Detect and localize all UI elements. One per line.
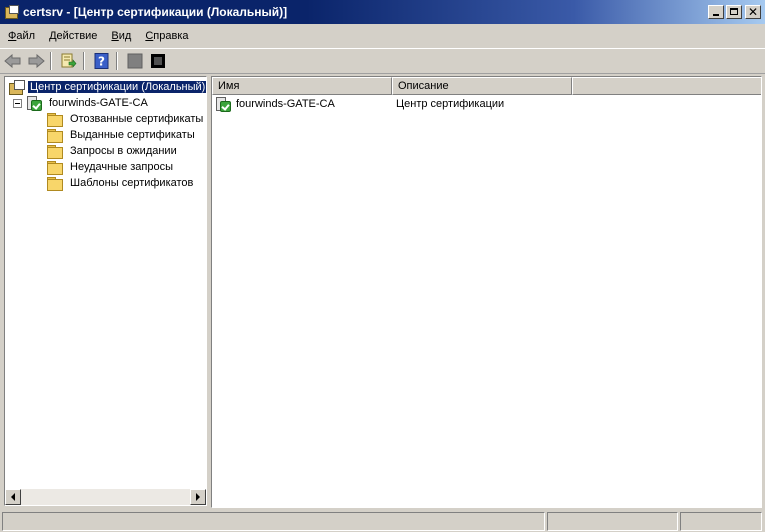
scroll-track[interactable] bbox=[21, 489, 190, 505]
scroll-right-button[interactable] bbox=[190, 489, 206, 505]
start-service-icon bbox=[127, 53, 143, 69]
tree-item-ca[interactable]: fourwinds-GATE-CA bbox=[13, 95, 150, 111]
tree-root-label: Центр сертификации (Локальный) bbox=[26, 80, 206, 94]
maximize-button[interactable] bbox=[726, 5, 742, 19]
column-header-description[interactable]: Описание bbox=[392, 77, 572, 95]
folder-icon bbox=[47, 160, 63, 175]
svg-text:?: ? bbox=[98, 55, 105, 69]
folder-icon bbox=[47, 144, 63, 159]
minimize-icon bbox=[713, 14, 719, 16]
menu-view[interactable]: Вид bbox=[105, 30, 137, 42]
console-tree[interactable]: Центр сертификации (Локальный) fourwinds… bbox=[4, 76, 207, 506]
folder-icon bbox=[47, 176, 63, 191]
menu-bar: Файл Действие Вид Справка bbox=[0, 26, 765, 46]
help-icon: ? bbox=[94, 53, 109, 69]
toolbar-separator bbox=[50, 52, 52, 70]
minimize-button[interactable] bbox=[708, 5, 724, 19]
ca-server-icon bbox=[215, 97, 231, 112]
back-arrow-icon bbox=[4, 54, 21, 68]
column-header-name[interactable]: Имя bbox=[212, 77, 392, 95]
folder-icon bbox=[47, 112, 63, 127]
scroll-right-icon bbox=[196, 493, 200, 501]
toolbar-separator bbox=[116, 52, 118, 70]
tree-item-templates[interactable]: Шаблоны сертификатов bbox=[47, 175, 195, 191]
app-icon[interactable] bbox=[5, 5, 19, 19]
status-panel bbox=[2, 512, 545, 531]
tree-item-revoked[interactable]: Отозванные сертификаты bbox=[47, 111, 205, 127]
toolbar-separator bbox=[83, 52, 85, 70]
title-bar[interactable]: certsrv - [Центр сертификации (Локальный… bbox=[0, 0, 765, 24]
tree-item-pending[interactable]: Запросы в ожидании bbox=[47, 143, 179, 159]
scroll-left-button[interactable] bbox=[5, 489, 21, 505]
details-pane[interactable]: Имя Описание fourwinds-GATE-CA Центр сер… bbox=[211, 76, 762, 508]
folder-icon bbox=[47, 128, 63, 143]
close-button[interactable]: ✕ bbox=[745, 5, 761, 19]
back-button[interactable] bbox=[3, 51, 23, 71]
status-panel bbox=[547, 512, 678, 531]
column-header-empty bbox=[572, 77, 761, 95]
window-title: certsrv - [Центр сертификации (Локальный… bbox=[23, 5, 288, 19]
tree-item-issued[interactable]: Выданные сертификаты bbox=[47, 127, 197, 143]
status-panel bbox=[680, 512, 762, 531]
export-list-button[interactable] bbox=[59, 51, 79, 71]
start-service-button[interactable] bbox=[125, 51, 145, 71]
menu-action[interactable]: Действие bbox=[43, 30, 103, 42]
horizontal-scrollbar[interactable] bbox=[5, 489, 206, 505]
scroll-left-icon bbox=[11, 493, 15, 501]
ca-server-icon bbox=[26, 96, 42, 111]
status-bar bbox=[0, 511, 765, 532]
collapse-icon[interactable] bbox=[13, 98, 22, 108]
forward-arrow-icon bbox=[28, 54, 45, 68]
tree-item-root[interactable]: Центр сертификации (Локальный) bbox=[9, 79, 206, 95]
list-item-name: fourwinds-GATE-CA bbox=[236, 98, 335, 110]
close-icon: ✕ bbox=[747, 5, 759, 19]
list-item[interactable]: fourwinds-GATE-CA Центр сертификации bbox=[215, 96, 504, 112]
export-list-icon bbox=[61, 53, 77, 68]
help-button[interactable]: ? bbox=[92, 51, 112, 71]
tree-item-failed[interactable]: Неудачные запросы bbox=[47, 159, 175, 175]
toolbar: ? bbox=[0, 48, 765, 74]
maximize-icon bbox=[730, 8, 738, 15]
stop-service-icon bbox=[151, 54, 165, 68]
tree-ca-label: fourwinds-GATE-CA bbox=[49, 97, 148, 109]
stop-service-button[interactable] bbox=[148, 51, 168, 71]
certification-authority-root-icon bbox=[9, 80, 25, 95]
list-item-description: Центр сертификации bbox=[396, 98, 505, 110]
list-header: Имя Описание bbox=[212, 77, 761, 95]
menu-file[interactable]: Файл bbox=[2, 30, 41, 42]
forward-button[interactable] bbox=[26, 51, 46, 71]
menu-help[interactable]: Справка bbox=[139, 30, 194, 42]
